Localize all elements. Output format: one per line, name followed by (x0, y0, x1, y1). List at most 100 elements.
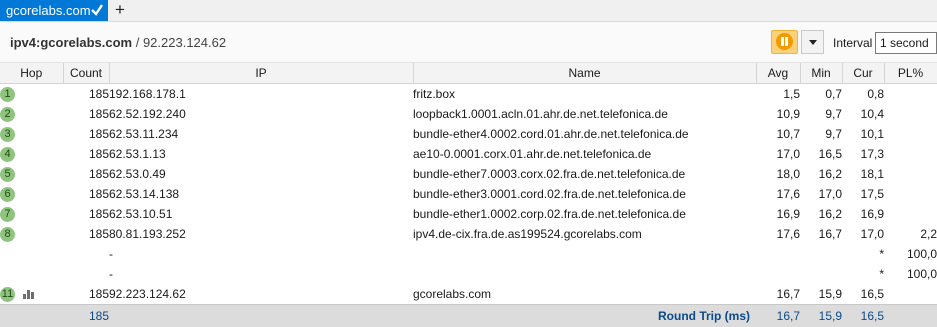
tab-gcorelabs[interactable]: gcorelabs.com (0, 0, 108, 21)
hop-cell: 4 (0, 144, 63, 164)
count-cell: 185 (63, 84, 109, 105)
hop-cell: 5 (0, 164, 63, 184)
table-row[interactable]: 6 18562.53.14.138bundle-ether3.0001.cord.… (0, 184, 937, 204)
min-cell: 9,7 (800, 104, 842, 124)
ip-cell: 62.53.10.51 (109, 204, 413, 224)
name-cell: bundle-ether3.0001.cord.02.fra.de.net.te… (413, 184, 756, 204)
hop-cell: 7 (0, 204, 63, 224)
ip-cell: - (109, 264, 413, 284)
pl-cell: 2,2 (884, 224, 937, 244)
pl-cell (884, 104, 937, 124)
tab-bar: gcorelabs.com + (0, 0, 937, 22)
ip-cell: 62.53.1.13 (109, 144, 413, 164)
avg-cell: 17,0 (756, 144, 800, 164)
name-cell: fritz.box (413, 84, 756, 105)
avg-cell: 18,0 (756, 164, 800, 184)
column-header-ip[interactable]: IP (109, 63, 413, 84)
count-cell: 185 (63, 164, 109, 184)
column-header-hop[interactable]: Hop (0, 63, 63, 84)
cur-cell: 16,9 (842, 204, 884, 224)
bar-chart-icon[interactable] (23, 290, 34, 299)
column-header-min[interactable]: Min (800, 63, 842, 84)
table-row[interactable]: 818580.81.193.252ipv4.de-cix.fra.de.as19… (0, 224, 937, 244)
hop-cell: 6 (0, 184, 63, 204)
table-row[interactable]: 718562.53.10.51bundle-ether1.0002.corp.0… (0, 204, 937, 224)
column-header-cur[interactable]: Cur (842, 63, 884, 84)
table-row[interactable]: 1185192.168.178.1fritz.box1,50,70,8 (0, 84, 937, 105)
pl-cell (884, 124, 937, 144)
column-header-pl[interactable]: PL% (884, 63, 937, 84)
ip-cell: - (109, 244, 413, 264)
pl-cell: 100,0 (884, 264, 937, 284)
ip-cell: 92.223.124.62 (109, 284, 413, 305)
target-ip: 92.223.124.62 (143, 35, 226, 50)
name-cell: ipv4.de-cix.fra.de.as199524.gcorelabs.co… (413, 224, 756, 244)
hop-number-badge: 8 (0, 227, 15, 242)
cur-cell: 16,5 (842, 284, 884, 305)
ip-cell: 192.168.178.1 (109, 84, 413, 105)
tab-label: gcorelabs.com (6, 3, 91, 18)
ip-cell: 62.53.11.234 (109, 124, 413, 144)
ip-cell: 62.52.192.240 (109, 104, 413, 124)
min-cell: 16,2 (800, 164, 842, 184)
hop-cell: 3 (0, 124, 63, 144)
hop-cell (0, 264, 63, 284)
table-row[interactable]: 218562.52.192.240loopback1.0001.acln.01.… (0, 104, 937, 124)
pl-cell (884, 164, 937, 184)
avg-cell: 16,7 (756, 284, 800, 305)
table-row[interactable]: 418562.53.1.13ae10-0.0001.corx.01.ahr.de… (0, 144, 937, 164)
hop-cell: 11 (0, 284, 63, 305)
count-cell: 185 (63, 144, 109, 164)
table-row[interactable]: - *100,0 (0, 264, 937, 284)
options-dropdown-button[interactable] (801, 30, 824, 54)
target-title: ipv4:gcorelabs.com / 92.223.124.62 (10, 35, 226, 50)
pause-button[interactable] (771, 30, 798, 54)
ip-cell: 62.53.14.138 (109, 184, 413, 204)
pl-cell (884, 284, 937, 305)
hop-number-badge: 3 (0, 127, 15, 142)
pl-cell: 100,0 (884, 244, 937, 264)
table-row[interactable]: -*100,0 (0, 244, 937, 264)
count-cell (63, 264, 109, 284)
table-row[interactable]: 518562.53.0.49bundle-ether7.0003.corx.02… (0, 164, 937, 184)
name-cell: gcorelabs.com (413, 284, 756, 305)
avg-cell: 17,6 (756, 224, 800, 244)
cur-cell: * (842, 264, 884, 284)
chevron-down-icon (809, 40, 817, 45)
name-cell (413, 264, 756, 284)
count-cell: 185 (63, 124, 109, 144)
table-row[interactable]: 318562.53.11.234bundle-ether4.0002.cord.… (0, 124, 937, 144)
min-cell: 16,2 (800, 204, 842, 224)
target-host: ipv4:gcorelabs.com (10, 35, 132, 50)
pl-cell (884, 184, 937, 204)
table-row[interactable]: 1118592.223.124.62gcorelabs.com16,715,91… (0, 284, 937, 305)
interval-label: Interval (833, 36, 872, 50)
count-cell: 185 (63, 284, 109, 305)
count-cell: 185 (63, 104, 109, 124)
name-cell: ae10-0.0001.corx.01.ahr.de.net.telefonic… (413, 144, 756, 164)
count-cell: 185 (63, 184, 109, 204)
min-cell: 9,7 (800, 124, 842, 144)
avg-cell: 10,9 (756, 104, 800, 124)
pl-cell (884, 144, 937, 164)
target-separator: / (132, 35, 143, 50)
cur-cell: 10,1 (842, 124, 884, 144)
cur-cell: 17,3 (842, 144, 884, 164)
interval-select[interactable]: 1 second (875, 32, 937, 54)
interval-value: 1 second (880, 36, 929, 50)
avg-cell: 16,9 (756, 204, 800, 224)
hop-number-badge: 1 (0, 87, 15, 102)
new-tab-button[interactable]: + (110, 0, 130, 21)
hop-number-badge: 2 (0, 107, 15, 122)
hop-cell: 2 (0, 104, 63, 124)
avg-cell (756, 264, 800, 284)
cur-cell: 17,5 (842, 184, 884, 204)
column-header-count[interactable]: Count (63, 63, 109, 84)
column-header-name[interactable]: Name (413, 63, 756, 84)
avg-cell: 10,7 (756, 124, 800, 144)
hop-number-badge: 6 (0, 187, 15, 202)
target-bar: ipv4:gcorelabs.com / 92.223.124.62 Inter… (0, 22, 937, 63)
count-cell: 185 (63, 224, 109, 244)
column-header-avg[interactable]: Avg (756, 63, 800, 84)
avg-cell: 1,5 (756, 84, 800, 105)
